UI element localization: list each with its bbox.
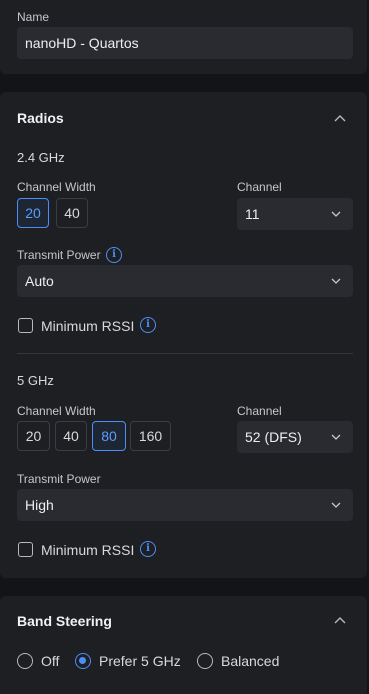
chevron-up-icon[interactable] bbox=[333, 112, 347, 126]
band-steering-balanced-radio[interactable] bbox=[197, 653, 213, 669]
band-5-min-rssi-checkbox[interactable] bbox=[18, 542, 33, 557]
band-5-width-160[interactable]: 160 bbox=[130, 421, 171, 451]
chevron-down-icon bbox=[331, 502, 341, 508]
band-24-transmit-power-label: Transmit Power bbox=[17, 248, 101, 262]
band-steering-off-radio[interactable] bbox=[17, 653, 33, 669]
name-input[interactable]: nanoHD - Quartos bbox=[17, 27, 353, 59]
band-steering-balanced-label: Balanced bbox=[221, 653, 280, 669]
band-5-channel-select[interactable]: 52 (DFS) bbox=[237, 421, 353, 453]
band-24-min-rssi-checkbox[interactable] bbox=[18, 318, 33, 333]
band-5-channel-width-label: Channel Width bbox=[17, 404, 96, 418]
band-divider bbox=[17, 353, 353, 354]
band-24-heading: 2.4 GHz bbox=[17, 150, 65, 165]
chevron-down-icon bbox=[331, 211, 341, 217]
band-5-channel-label: Channel bbox=[237, 404, 282, 418]
band-5-transmit-power-value: High bbox=[25, 497, 54, 513]
band-24-width-40[interactable]: 40 bbox=[56, 198, 88, 228]
band-5-min-rssi-label: Minimum RSSI bbox=[41, 542, 135, 558]
band-5-width-40[interactable]: 40 bbox=[55, 421, 87, 451]
band-5-transmit-power-select[interactable]: High bbox=[17, 489, 353, 521]
band-24-transmit-power-select[interactable]: Auto bbox=[17, 265, 353, 297]
chevron-down-icon bbox=[331, 434, 341, 440]
band-24-channel-label: Channel bbox=[237, 180, 282, 194]
band-24-min-rssi-label: Minimum RSSI bbox=[41, 318, 135, 334]
band-24-transmit-power-value: Auto bbox=[25, 273, 54, 289]
band-5-heading: 5 GHz bbox=[17, 373, 54, 388]
band-24-channel-width-label: Channel Width bbox=[17, 180, 96, 194]
chevron-down-icon bbox=[331, 278, 341, 284]
band-5-width-80[interactable]: 80 bbox=[92, 421, 126, 451]
band-5-transmit-power-label: Transmit Power bbox=[17, 472, 101, 486]
band-24-width-20[interactable]: 20 bbox=[17, 198, 49, 228]
band-steering-card: Band Steering Off Prefer 5 GHz Balanced bbox=[0, 596, 367, 694]
band-steering-title: Band Steering bbox=[17, 613, 112, 629]
band-steering-off-label: Off bbox=[41, 653, 60, 669]
info-icon[interactable]: i bbox=[140, 541, 156, 557]
radios-title: Radios bbox=[17, 110, 64, 126]
name-label: Name bbox=[17, 10, 50, 24]
band-24-channel-select[interactable]: 11 bbox=[237, 198, 353, 230]
band-5-channel-value: 52 (DFS) bbox=[245, 429, 302, 445]
band-5-width-20[interactable]: 20 bbox=[17, 421, 50, 451]
radios-card: Radios 2.4 GHz Channel Width 20 40 Chann… bbox=[0, 92, 367, 578]
band-steering-prefer5-label: Prefer 5 GHz bbox=[99, 653, 181, 669]
band-24-channel-value: 11 bbox=[245, 206, 260, 222]
band-steering-prefer5-radio[interactable] bbox=[75, 653, 91, 669]
info-icon[interactable]: i bbox=[140, 317, 156, 333]
chevron-up-icon[interactable] bbox=[333, 614, 347, 628]
name-card: Name nanoHD - Quartos bbox=[0, 0, 367, 74]
info-icon[interactable]: i bbox=[106, 247, 122, 263]
